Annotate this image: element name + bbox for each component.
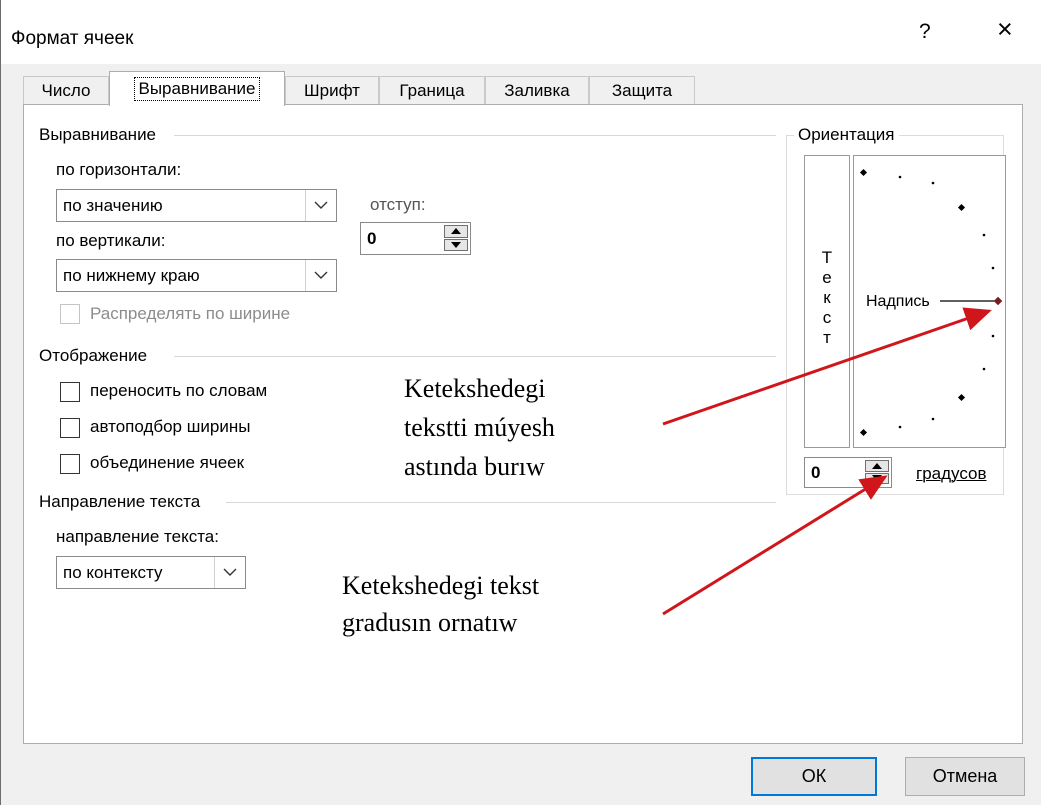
cancel-button[interactable]: Отмена <box>905 757 1025 796</box>
annotation-arrows <box>662 307 992 616</box>
ok-button[interactable]: ОК <box>751 757 877 796</box>
rotate-arrow <box>662 307 992 426</box>
tab-alignment[interactable]: Выравнивание <box>109 71 285 106</box>
degree-arrow <box>662 475 888 616</box>
format-cells-dialog: Формат ячеек ? × Число Выравнивание Шриф… <box>0 0 1041 805</box>
